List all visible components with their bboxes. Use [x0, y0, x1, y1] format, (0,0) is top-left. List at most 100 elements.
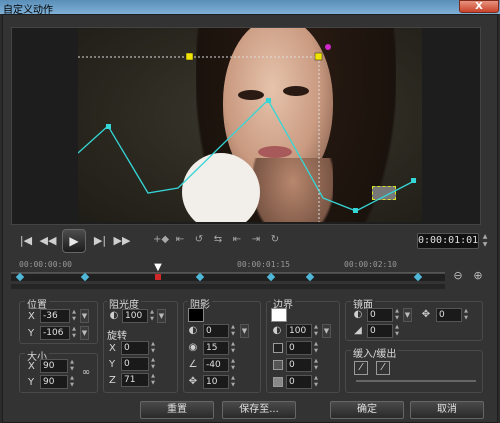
- ruler-label: 00:00:01:15: [237, 260, 290, 269]
- link-icon[interactable]: ∞: [80, 367, 92, 379]
- add-keyframe-icon[interactable]: +◆: [152, 231, 170, 249]
- mirror-fade-spinner[interactable]: ▲ ▼: [393, 324, 401, 338]
- border-width-spinner[interactable]: ▲ ▼: [312, 341, 320, 355]
- rotation-x-spinner[interactable]: ▲ ▼: [149, 341, 157, 355]
- play-icon[interactable]: ▶: [62, 229, 86, 253]
- opacity-input[interactable]: 100: [122, 309, 148, 323]
- reset-button[interactable]: 重置: [140, 401, 214, 419]
- reverse-keyframe-icon[interactable]: ↺: [190, 231, 208, 249]
- ok-button[interactable]: 确定: [330, 401, 404, 419]
- timeline-ruler: 00:00:00:00 00:00:01:15 00:00:02:10: [11, 259, 445, 273]
- position-x-input[interactable]: -36: [40, 309, 70, 323]
- shadow-color-swatch[interactable]: [188, 308, 204, 322]
- timeline-keyframe[interactable]: [80, 272, 90, 282]
- cancel-button[interactable]: 取消: [410, 401, 484, 419]
- border-opacity-dropdown[interactable]: ▼: [322, 324, 331, 338]
- rotation-x-input[interactable]: 0: [121, 341, 149, 355]
- timeline-keyframe[interactable]: [195, 272, 205, 282]
- border-blur-input[interactable]: 0: [286, 358, 312, 372]
- size-y-spinner[interactable]: ▲ ▼: [68, 375, 76, 389]
- timeline-keyframe[interactable]: [413, 272, 423, 282]
- skip-to-end-icon[interactable]: ▶▶: [113, 233, 131, 249]
- mirror-offset-input[interactable]: 0: [436, 308, 462, 322]
- zoom-in-icon[interactable]: ⊕: [471, 269, 485, 283]
- border-opacity-spinner[interactable]: ▲ ▼: [312, 324, 320, 338]
- position-y-input[interactable]: -106: [40, 326, 70, 340]
- opacity-dropdown[interactable]: ▼: [157, 309, 166, 323]
- fade-in-icon[interactable]: ⁄: [354, 361, 368, 375]
- position-y-dropdown[interactable]: ▼: [80, 326, 89, 340]
- playhead-icon[interactable]: ▼: [152, 262, 164, 274]
- position-y-spinner[interactable]: ▲ ▼: [70, 326, 78, 340]
- shadow-angle-input[interactable]: -40: [203, 358, 229, 372]
- border-blur-spinner[interactable]: ▲ ▼: [312, 358, 320, 372]
- keyframe-track[interactable]: [11, 272, 445, 282]
- border-width-icon: [273, 343, 283, 353]
- ruler-label: 00:00:00:00: [19, 260, 72, 269]
- rotate-handle[interactable]: [325, 44, 331, 50]
- shadow-angle-spinner[interactable]: ▲ ▼: [229, 358, 237, 372]
- border-fill-spinner[interactable]: ▲ ▼: [312, 375, 320, 389]
- size-x-label: X: [28, 361, 35, 372]
- timeline-keyframe[interactable]: [266, 272, 276, 282]
- position-x-label: X: [28, 311, 35, 322]
- opacity-spinner[interactable]: ▲ ▼: [148, 309, 156, 323]
- zoom-out-icon[interactable]: ⊖: [451, 269, 465, 283]
- rotation-y-input[interactable]: 0: [121, 357, 149, 371]
- rotation-z-input[interactable]: 71: [121, 373, 149, 387]
- shadow-distance-input[interactable]: 10: [203, 375, 229, 389]
- border-opacity-input[interactable]: 100: [286, 324, 312, 338]
- swap-keyframe-icon[interactable]: ⇆: [209, 231, 227, 249]
- resize-handle[interactable]: [185, 52, 194, 61]
- video-preview[interactable]: [78, 28, 422, 222]
- size-x-input[interactable]: 90: [40, 359, 68, 373]
- shadow-angle-icon: ∠: [188, 359, 198, 370]
- resize-handle[interactable]: [314, 52, 323, 61]
- mirror-opacity-spinner[interactable]: ▲ ▼: [393, 308, 401, 322]
- size-x-spinner[interactable]: ▲ ▼: [68, 359, 76, 373]
- move-right-keyframe-icon[interactable]: ⇥: [247, 231, 265, 249]
- path-keyframe[interactable]: [266, 98, 271, 103]
- border-width-input[interactable]: 0: [286, 341, 312, 355]
- position-x-spinner[interactable]: ▲ ▼: [70, 309, 78, 323]
- mirror-offset-spinner[interactable]: ▲ ▼: [462, 308, 470, 322]
- shadow-opacity-input[interactable]: 0: [203, 324, 229, 338]
- mirror-opacity-icon: ◐: [353, 309, 363, 320]
- step-back-icon[interactable]: ◀◀: [39, 233, 57, 249]
- mirror-opacity-dropdown[interactable]: ▼: [403, 308, 412, 322]
- remove-keyframe-icon[interactable]: ⇤: [171, 231, 189, 249]
- motion-path: [78, 98, 417, 212]
- shadow-distance-spinner[interactable]: ▲ ▼: [229, 375, 237, 389]
- timeline-scrollbar[interactable]: [11, 284, 445, 289]
- shadow-blur-input[interactable]: 15: [203, 341, 229, 355]
- shadow-opacity-spinner[interactable]: ▲ ▼: [229, 324, 237, 338]
- shadow-blur-spinner[interactable]: ▲ ▼: [229, 341, 237, 355]
- transport-bar: |◀ ◀◀ ▶ ▶| ▶▶ +◆ ⇤ ↺ ⇆ ⇤ ⇥ ↻ 0:00:01:01 …: [11, 229, 487, 253]
- border-fill-input[interactable]: 0: [286, 375, 312, 389]
- border-color-swatch[interactable]: [271, 308, 287, 322]
- save-as-button[interactable]: 保存至...: [222, 401, 296, 419]
- mirror-fade-input[interactable]: 0: [367, 324, 393, 338]
- position-y-label: Y: [28, 328, 35, 339]
- fade-out-icon[interactable]: ⁄: [376, 361, 390, 375]
- size-y-input[interactable]: 90: [40, 375, 68, 389]
- rotation-x-label: X: [109, 343, 116, 354]
- mirror-opacity-input[interactable]: 0: [367, 308, 393, 322]
- skip-to-start-icon[interactable]: |◀: [17, 233, 35, 249]
- shadow-opacity-dropdown[interactable]: ▼: [240, 324, 249, 338]
- path-keyframe[interactable]: [353, 208, 358, 213]
- next-keyframe-icon[interactable]: ↻: [266, 231, 284, 249]
- close-button[interactable]: X: [459, 0, 499, 13]
- move-left-keyframe-icon[interactable]: ⇤: [228, 231, 246, 249]
- position-x-dropdown[interactable]: ▼: [80, 309, 89, 323]
- path-keyframe[interactable]: [411, 178, 416, 183]
- timeline-keyframe[interactable]: [305, 272, 315, 282]
- timeline-keyframe[interactable]: [15, 272, 25, 282]
- rotation-y-spinner[interactable]: ▲ ▼: [149, 357, 157, 371]
- timecode-display[interactable]: 0:00:01:01: [417, 233, 479, 249]
- rotation-z-spinner[interactable]: ▲ ▼: [149, 373, 157, 387]
- timecode-spinner[interactable]: ▲ ▼: [481, 233, 489, 249]
- step-forward-icon[interactable]: ▶|: [91, 233, 109, 249]
- fade-slider[interactable]: [356, 380, 476, 382]
- path-keyframe[interactable]: [106, 124, 111, 129]
